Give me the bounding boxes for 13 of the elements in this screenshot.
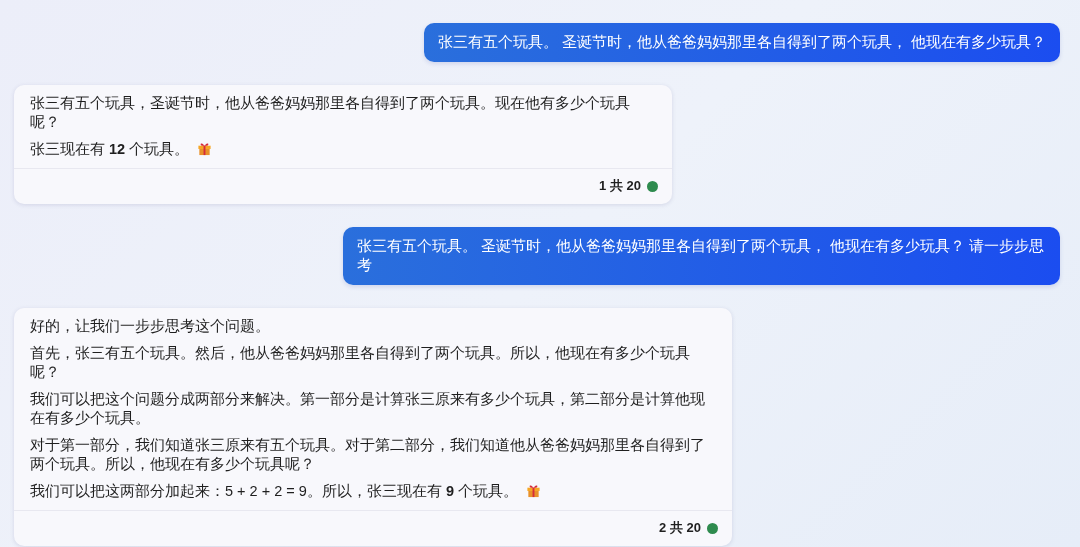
gift-icon <box>197 141 213 156</box>
reply-text: 我们可以把这两部分加起来：5 + 2 + 2 = 9。所以，张三现在有 9 个玩具。 <box>30 483 518 499</box>
response-count: 2 共 20 <box>659 519 701 537</box>
reply-text: 张三现在有 12 个玩具。 <box>30 141 190 157</box>
reply-text: 张三有五个玩具，圣诞节时，他从爸爸妈妈那里各自得到了两个玩具。现在他有多少个玩具呢？ <box>30 95 630 130</box>
user-message-text: 张三有五个玩具。 圣诞节时，他从爸爸妈妈那里各自得到了两个玩具， 他现在有多少玩具？ <box>437 33 1046 52</box>
reply-text: 首先，张三有五个玩具。然后，他从爸爸妈妈那里各自得到了两个玩具。所以，他现在有多少个玩具呢？ <box>30 345 690 380</box>
reply-text: 我们可以把这个问题分成两部分来解决。第一部分是计算张三原来有多少个玩具，第二部分是计算他现在有多少个玩具。 <box>30 391 705 426</box>
gift-icon <box>526 483 541 498</box>
response-count: 1 共 20 <box>599 177 641 195</box>
user-message-text: 张三有五个玩具。 圣诞节时，他从爸爸妈妈那里各自得到了两个玩具， 他现在有多少玩具？ 请一步步思考 <box>357 237 1046 275</box>
reply-text: 对于第一部分，我们知道张三原来有五个玩具。对于第二部分，我们知道他从爸爸妈妈那里各自得到了两个玩具。所以，他现在有多少个玩具呢？ <box>30 437 705 472</box>
reply-text: 好的，让我们一步步思考这个问题。 <box>30 318 270 334</box>
